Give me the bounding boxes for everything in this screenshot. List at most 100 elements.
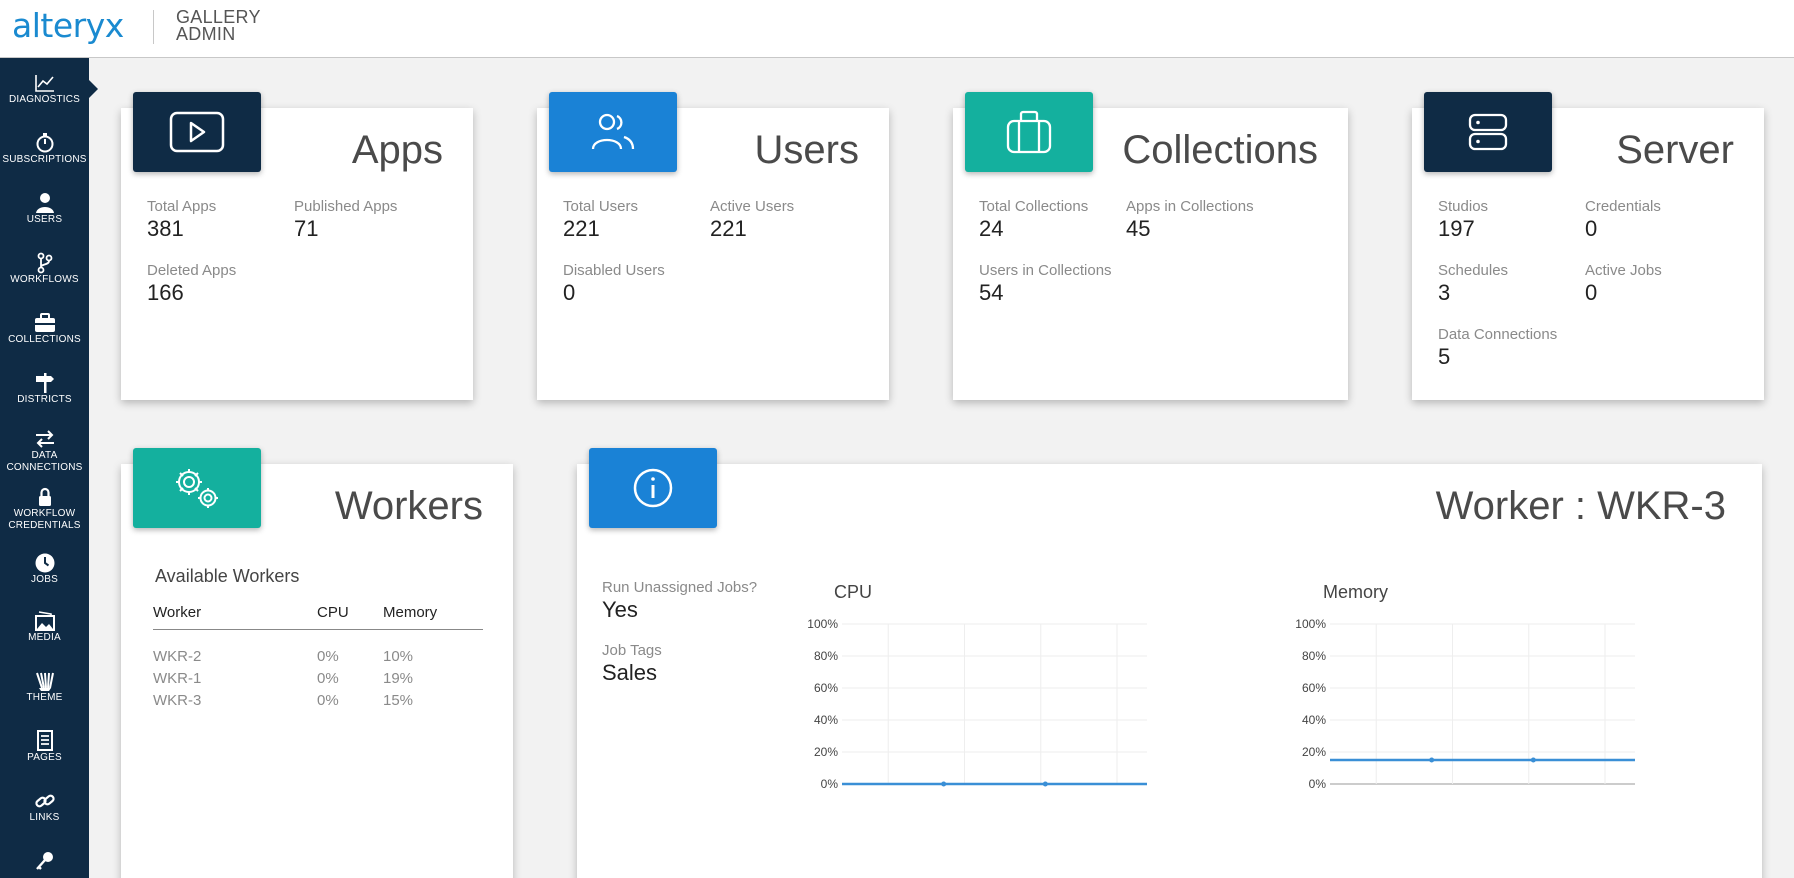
stat-published-apps: Published Apps 71 [294,198,397,242]
y-tick-label: 20% [1302,745,1326,759]
column-header[interactable]: CPU [317,604,383,630]
y-tick-label: 0% [821,777,839,791]
sidebar-item-label: WORKFLOW [13,508,76,519]
stat-label: Deleted Apps [147,262,237,279]
sidebar-nav: DIAGNOSTICS SUBSCRIPTIONS USERS WORKFLOW… [0,58,89,878]
worker-detail-title: Worker : WKR-3 [1435,484,1726,528]
stat-label: Total Collections [979,198,1089,215]
stat-data-connections: Data Connections 5 [1438,326,1557,370]
sidebar-item-subscriptions[interactable]: SUBSCRIPTIONS [0,132,89,166]
sidebar-item-label: SUBSCRIPTIONS [2,154,87,165]
stat-value: 54 [979,280,1004,305]
sidebar-item-pages[interactable]: PAGES [0,730,89,764]
users-icon [591,113,635,150]
stat-value: 3 [1438,280,1451,305]
user-icon [35,193,54,213]
workers-badge [133,448,261,528]
sidebar-item-label: LINKS [29,812,60,823]
chart-line-icon [34,75,54,92]
table-row[interactable]: WKR-3 0% 15% [153,690,483,712]
sidebar-item-diagnostics[interactable]: DIAGNOSTICS [0,72,89,106]
y-tick-label: 40% [1302,713,1326,727]
stat-label: Total Users [563,198,639,215]
worker-detail-card: Worker : WKR-3 Run Unassigned Jobs? Yes … [577,464,1762,878]
stat-value: 197 [1438,216,1475,241]
sidebar-item-label: COLLECTIONS [8,334,81,345]
table-row[interactable]: WKR-2 0% 10% [153,630,483,669]
active-nav-indicator [89,80,98,98]
branch-icon [37,252,52,274]
stat-active-users: Active Users 221 [710,198,794,242]
page-icon [36,730,53,751]
cpu-chart-title: CPU [834,582,873,602]
sidebar-item-label-2: CONNECTIONS [6,462,83,473]
y-tick-label: 20% [814,745,838,759]
column-header[interactable]: Worker [153,604,317,630]
stat-value: 0 [1585,216,1598,241]
key-icon [35,852,53,870]
memory-chart-title: Memory [1323,582,1389,602]
stat-total-collections: Total Collections 24 [979,198,1088,242]
server-badge [1424,92,1552,172]
stat-studios: Studios 197 [1438,198,1488,242]
sidebar-item-users[interactable]: USERS [0,192,89,226]
data-point[interactable] [1429,757,1435,763]
data-point[interactable] [1042,781,1048,787]
table-row[interactable]: WKR-1 0% 19% [153,668,483,690]
y-tick-label: 80% [1302,649,1326,663]
stat-value: 221 [563,216,600,241]
stat-label: Data Connections [1438,326,1558,343]
server-icon [1468,113,1508,151]
y-tick-label: 100% [807,617,838,631]
sidebar-item-label-2: CREDENTIALS [8,520,81,531]
lock-icon [38,487,51,506]
sidebar-item-label: WORKFLOWS [10,274,79,285]
data-point[interactable] [1530,757,1536,763]
stat-value: 71 [294,216,319,241]
sidebar-item-collections[interactable]: COLLECTIONS [0,312,89,346]
data-point[interactable] [941,781,947,787]
stat-label: Published Apps [294,198,398,215]
y-tick-label: 80% [814,649,838,663]
sidebar-item-media[interactable]: MEDIA [0,610,89,644]
server-card-title: Server [1616,128,1734,172]
sidebar-item-data-connections[interactable]: DATA CONNECTIONS [0,428,89,474]
memory-cell: 10% [383,648,414,665]
column-header[interactable]: Memory [383,604,483,630]
sidebar-item-label: DATA [31,450,58,461]
apps-card-title: Apps [351,128,443,172]
stat-schedules: Schedules 3 [1438,262,1508,306]
sidebar-item-label: JOBS [31,574,58,585]
sidebar-item-jobs[interactable]: JOBS [0,552,89,586]
workers-card-title: Workers [334,484,483,528]
y-tick-label: 60% [1302,681,1326,695]
cpu-chart: 100% 80% 60% 40% 20% 0% [807,617,1147,791]
collections-card-title: Collections [1122,128,1318,172]
users-badge [549,92,677,172]
sidebar-item-links[interactable]: LINKS [0,790,89,824]
stat-users-in-collections: Users in Collections 54 [979,262,1112,306]
play-icon [169,111,225,153]
sidebar-item-workflows[interactable]: WORKFLOWS [0,252,89,286]
sidebar-item-theme[interactable]: THEME [0,670,89,704]
run-unassigned-jobs: Run Unassigned Jobs? Yes [602,579,757,623]
workers-table: Worker CPU Memory WKR-2 0% 10% WKR-1 0% … [153,604,483,712]
stat-value: 381 [147,216,184,241]
stat-label: Apps in Collections [1126,198,1254,215]
sidebar-item-label: MEDIA [28,632,61,643]
theme-icon [35,672,54,691]
collections-badge [965,92,1093,172]
sidebar-item-label: THEME [26,692,63,703]
sidebar-item-workflow-credentials[interactable]: WORKFLOW CREDENTIALS [0,486,89,532]
alteryx-logo[interactable]: alteryx [12,6,124,45]
stat-label: Users in Collections [979,262,1112,279]
stat-value: Sales [602,660,658,685]
sidebar-item-districts[interactable]: DISTRICTS [0,372,89,406]
sidebar-item-more[interactable] [0,850,89,872]
gallery-admin-title: GALLERY ADMIN [176,8,261,43]
stat-deleted-apps: Deleted Apps 166 [147,262,236,306]
users-card-title: Users [754,128,859,172]
job-tags: Job Tags Sales [602,642,662,686]
app-header: alteryx GALLERY ADMIN [0,0,1794,58]
sidebar-item-label: PAGES [27,752,62,763]
